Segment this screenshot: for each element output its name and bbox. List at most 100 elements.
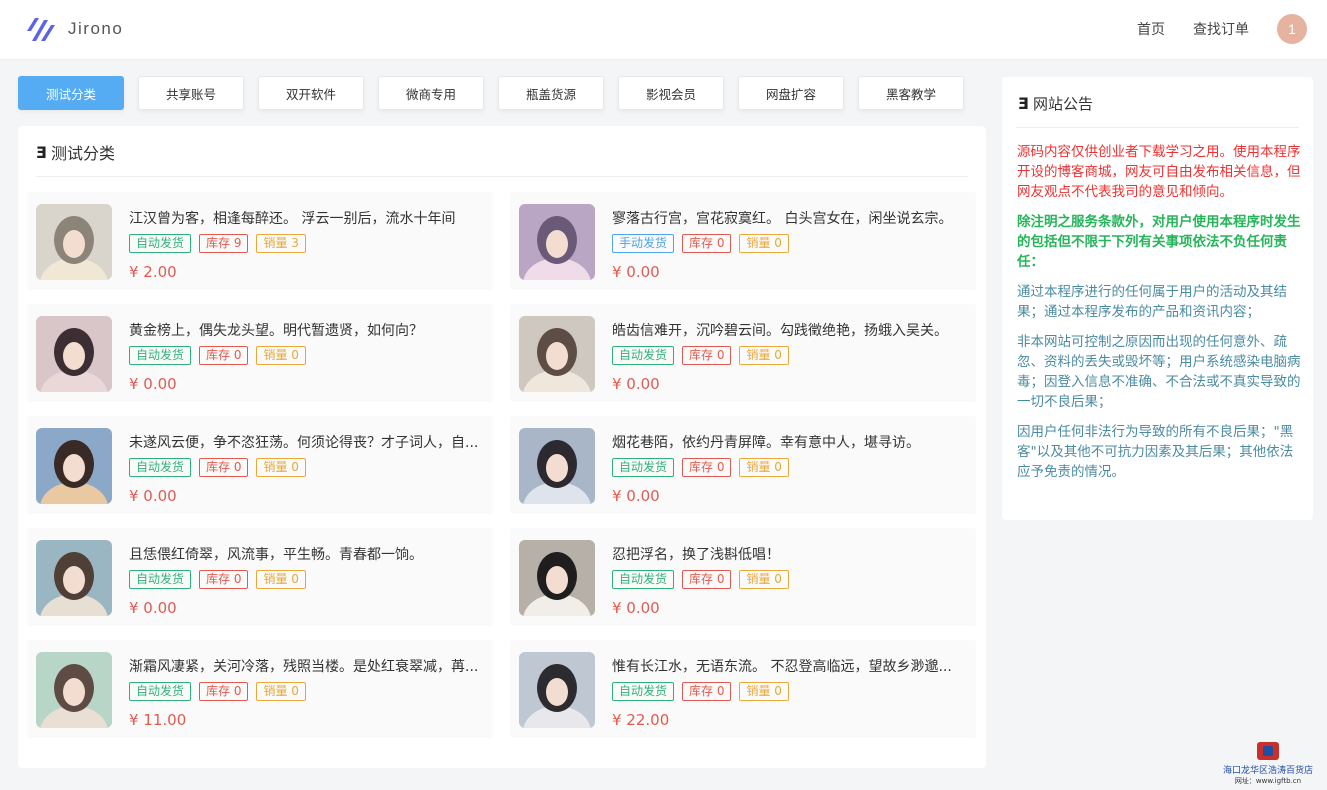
product-card[interactable]: 忍把浮名，换了浅斟低唱！ 自动发货 库存 0 销量 0 ¥ 0.00 <box>510 528 976 626</box>
sales-badge: 销量 0 <box>739 346 789 365</box>
divider <box>1016 127 1299 128</box>
product-image[interactable] <box>519 428 595 504</box>
stock-badge: 库存 0 <box>199 682 249 701</box>
delivery-badge: 自动发货 <box>612 458 675 477</box>
product-title[interactable]: 惟有长江水，无语东流。 不忍登高临远，望故乡渺邈... <box>612 656 968 676</box>
product-card[interactable]: 未遂风云便，争不恣狂荡。何须论得丧？才子词人，自... 自动发货 库存 0 销量 0 ¥… <box>27 416 493 514</box>
tab-test-category[interactable]: 测试分类 <box>18 76 124 110</box>
watermark-line2: 网址：www.igftb.cn <box>1234 777 1302 785</box>
delivery-badge: 自动发货 <box>612 682 675 701</box>
product-card[interactable]: 黄金榜上，偶失龙头望。明代暂遗贤，如何向？ 自动发货 库存 0 销量 0 ¥ 0.00 <box>27 304 493 402</box>
stock-badge: 库存 0 <box>682 234 732 253</box>
product-image[interactable] <box>36 540 112 616</box>
product-title[interactable]: 江汉曾为客，相逢每醉还。 浮云一别后，流水十年间 <box>129 208 485 228</box>
product-card[interactable]: 惟有长江水，无语东流。 不忍登高临远，望故乡渺邈... 自动发货 库存 0 销量 0 ¥… <box>510 640 976 738</box>
delivery-badge: 自动发货 <box>129 458 192 477</box>
category-icon: E <box>36 142 47 162</box>
product-card[interactable]: 江汉曾为客，相逢每醉还。 浮云一别后，流水十年间 自动发货 库存 9 销量 3 ¥ 2.… <box>27 192 493 290</box>
tab-shared-account[interactable]: 共享账号 <box>138 76 244 110</box>
product-price: ¥ 0.00 <box>612 599 660 617</box>
product-image[interactable] <box>36 316 112 392</box>
notice-paragraph: 除注明之服务条款外，对用户使用本程序时发生的包括但不限于下列有关事项依法不负任何… <box>1017 214 1301 270</box>
product-badges: 自动发货 库存 0 销量 0 <box>612 682 797 701</box>
tab-wechat-business[interactable]: 微商专用 <box>378 76 484 110</box>
product-badges: 自动发货 库存 0 销量 0 <box>612 346 797 365</box>
brand-logo-icon <box>27 18 55 41</box>
product-price: ¥ 0.00 <box>612 375 660 393</box>
tab-video-membership[interactable]: 影视会员 <box>618 76 724 110</box>
product-card[interactable]: 寥落古行宫，宫花寂寞红。 白头宫女在，闲坐说玄宗。 手动发货 库存 0 销量 0 ¥ 0… <box>510 192 976 290</box>
stock-badge: 库存 0 <box>199 458 249 477</box>
product-card[interactable]: 渐霜风凄紧，关河冷落，残照当楼。是处红衰翠减，苒... 自动发货 库存 0 销量 0 ¥… <box>27 640 493 738</box>
product-panel: E 测试分类 江汉曾为客，相逢每醉还。 浮云一别后，流水十年间 自动发货 库存 9销… <box>18 126 986 768</box>
top-navbar: Jirono 首页 查找订单 1 <box>0 0 1327 60</box>
notice-title: E 网站公告 <box>1018 93 1093 114</box>
watermark-line1: 海口龙华区浩涛百货店 <box>1222 766 1313 776</box>
product-badges: 自动发货 库存 0 销量 0 <box>129 458 314 477</box>
notice-icon: E <box>1018 94 1029 113</box>
stock-badge: 库存 0 <box>682 346 732 365</box>
tab-cloud-expansion[interactable]: 网盘扩容 <box>738 76 844 110</box>
product-image[interactable] <box>519 540 595 616</box>
product-badges: 自动发货 库存 9 销量 3 <box>129 234 314 253</box>
sales-badge: 销量 0 <box>256 682 306 701</box>
product-image[interactable] <box>36 428 112 504</box>
product-image[interactable] <box>519 652 595 728</box>
product-price: ¥ 0.00 <box>129 599 177 617</box>
product-title[interactable]: 黄金榜上，偶失龙头望。明代暂遗贤，如何向？ <box>129 320 485 340</box>
product-badges: 自动发货 库存 0 销量 0 <box>612 458 797 477</box>
product-title[interactable]: 未遂风云便，争不恣狂荡。何须论得丧？才子词人，自... <box>129 432 485 452</box>
panel-title-text: 测试分类 <box>50 144 115 163</box>
stock-badge: 库存 0 <box>199 346 249 365</box>
brand[interactable]: Jirono <box>24 14 123 44</box>
sales-badge: 销量 0 <box>739 458 789 477</box>
notice-title-text: 网站公告 <box>1032 95 1093 113</box>
product-card[interactable]: 烟花巷陌，依约丹青屏障。幸有意中人，堪寻访。 自动发货 库存 0 销量 0 ¥ 0.00 <box>510 416 976 514</box>
product-image[interactable] <box>519 204 595 280</box>
nav-link-find-order[interactable]: 查找订单 <box>1193 19 1249 39</box>
category-tabs: 测试分类 共享账号 双开软件 微商专用 瓶盖货源 影视会员 网盘扩容 黑客教学 <box>18 76 978 110</box>
stock-badge: 库存 0 <box>682 682 732 701</box>
delivery-badge: 自动发货 <box>129 682 192 701</box>
product-badges: 自动发货 库存 0 销量 0 <box>612 570 797 589</box>
delivery-badge: 自动发货 <box>612 570 675 589</box>
product-image[interactable] <box>36 204 112 280</box>
product-image[interactable] <box>36 652 112 728</box>
product-badges: 手动发货 库存 0 销量 0 <box>612 234 797 253</box>
product-title[interactable]: 且恁偎红倚翠，风流事，平生畅。青春都一饷。 <box>129 544 485 564</box>
product-price: ¥ 11.00 <box>129 711 187 729</box>
product-badges: 自动发货 库存 0 销量 0 <box>129 682 314 701</box>
notice-paragraph: 因用户任何非法行为导致的所有不良后果；"黑客"以及其他不可抗力因素及其后果；其他… <box>1017 424 1294 480</box>
product-title[interactable]: 忍把浮名，换了浅斟低唱！ <box>612 544 968 564</box>
product-price: ¥ 22.00 <box>612 711 670 729</box>
stock-badge: 库存 0 <box>682 570 732 589</box>
watermark-logo-icon <box>1257 742 1279 760</box>
watermark: 海口龙华区浩涛百货店 网址：www.igftb.cn <box>1212 742 1324 786</box>
notice-paragraph: 通过本程序进行的任何属于用户的活动及其结果；通过本程序发布的产品和资讯内容； <box>1017 284 1287 320</box>
product-card[interactable]: 皓齿信难开，沉吟碧云间。勾践徵绝艳，扬蛾入吴关。 自动发货 库存 0 销量 0 ¥ 0.… <box>510 304 976 402</box>
sales-badge: 销量 0 <box>256 570 306 589</box>
sales-badge: 销量 0 <box>739 682 789 701</box>
product-title[interactable]: 渐霜风凄紧，关河冷落，残照当楼。是处红衰翠减，苒... <box>129 656 485 676</box>
product-card[interactable]: 且恁偎红倚翠，风流事，平生畅。青春都一饷。 自动发货 库存 0 销量 0 ¥ 0.00 <box>27 528 493 626</box>
panel-title: E 测试分类 <box>36 140 115 164</box>
avatar[interactable]: 1 <box>1277 14 1307 44</box>
delivery-badge: 自动发货 <box>612 346 675 365</box>
nav-link-home[interactable]: 首页 <box>1137 19 1165 39</box>
tab-hacker-tutorial[interactable]: 黑客教学 <box>858 76 964 110</box>
sales-badge: 销量 0 <box>256 458 306 477</box>
product-image[interactable] <box>519 316 595 392</box>
tab-dual-open-software[interactable]: 双开软件 <box>258 76 364 110</box>
notice-panel: E 网站公告 源码内容仅供创业者下载学习之用。使用本程序开设的博客商城，网友可自… <box>1002 77 1313 520</box>
product-title[interactable]: 皓齿信难开，沉吟碧云间。勾践徵绝艳，扬蛾入吴关。 <box>612 320 968 340</box>
nav-links: 首页 查找订单 1 <box>1137 14 1307 44</box>
product-title[interactable]: 烟花巷陌，依约丹青屏障。幸有意中人，堪寻访。 <box>612 432 968 452</box>
sales-badge: 销量 0 <box>256 346 306 365</box>
product-title[interactable]: 寥落古行宫，宫花寂寞红。 白头宫女在，闲坐说玄宗。 <box>612 208 968 228</box>
stock-badge: 库存 9 <box>199 234 249 253</box>
notice-paragraph: 源码内容仅供创业者下载学习之用。使用本程序开设的博客商城，网友可自由发布相关信息… <box>1017 144 1301 200</box>
tab-bottle-cap-source[interactable]: 瓶盖货源 <box>498 76 604 110</box>
delivery-badge: 自动发货 <box>129 346 192 365</box>
product-price: ¥ 0.00 <box>129 375 177 393</box>
sales-badge: 销量 0 <box>739 234 789 253</box>
